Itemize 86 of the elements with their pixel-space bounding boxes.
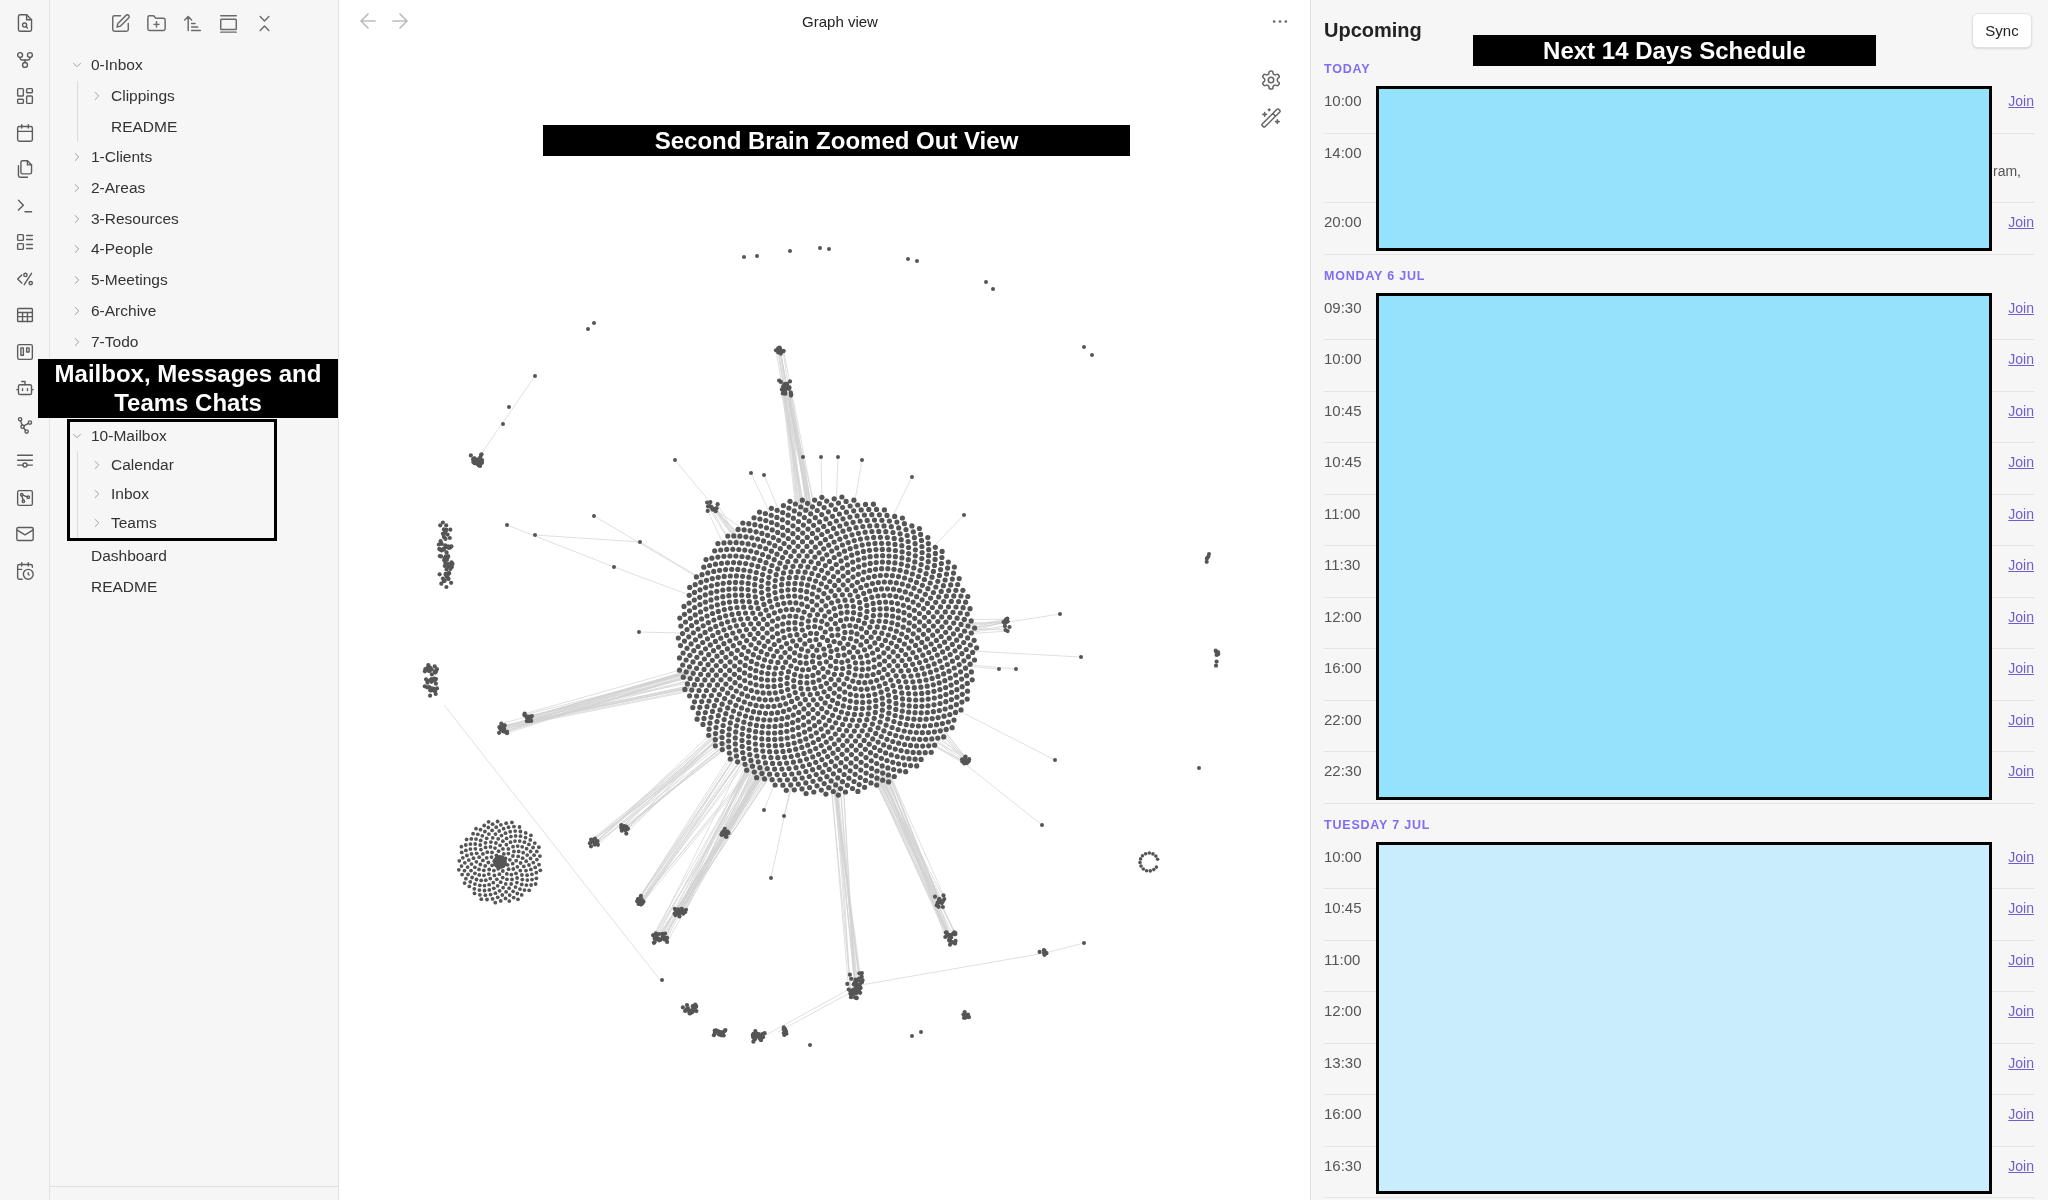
event-time: 22:30 xyxy=(1324,762,1362,780)
robot-icon[interactable] xyxy=(15,379,34,397)
callout-banner: Next 14 Days Schedule xyxy=(1473,35,1876,66)
event-time: 16:00 xyxy=(1324,1105,1362,1123)
join-link[interactable]: Join xyxy=(2008,213,2034,231)
callout-banner: Second Brain Zoomed Out View xyxy=(543,125,1130,156)
file-item[interactable]: README xyxy=(111,111,184,143)
day-heading: TODAY xyxy=(1324,62,1371,76)
folder-item[interactable]: Calendar xyxy=(90,450,180,480)
event-time: 11:00 xyxy=(1324,950,1361,969)
day-heading: TUESDAY 7 JUL xyxy=(1324,817,1431,832)
event-time: 14:00 xyxy=(1324,143,1362,163)
dashboard-icon[interactable] xyxy=(15,87,34,105)
event-time: 22:00 xyxy=(1324,710,1362,729)
day-heading: MONDAY 6 JUL xyxy=(1324,268,1426,283)
folder-item[interactable]: 2-Areas xyxy=(70,172,152,204)
join-link[interactable]: Join xyxy=(2008,504,2034,523)
calendar-clock-icon[interactable] xyxy=(15,561,34,580)
magic-wand-icon[interactable] xyxy=(1261,108,1281,128)
event-time: 10:00 xyxy=(1324,350,1362,368)
event-time: 10:00 xyxy=(1324,92,1362,110)
event-time: 11:00 xyxy=(1324,504,1361,523)
file-item[interactable]: README xyxy=(91,571,164,603)
mail-icon[interactable] xyxy=(15,525,34,543)
filter-lines-icon[interactable] xyxy=(15,452,34,470)
join-link[interactable]: Join xyxy=(2008,950,2034,969)
folder-item[interactable]: 6-Archive xyxy=(70,295,163,327)
window-icon[interactable] xyxy=(219,13,238,33)
folder-item[interactable]: 3-Resources xyxy=(70,203,185,235)
settings-icon[interactable] xyxy=(1261,70,1281,90)
event-time: 16:00 xyxy=(1324,659,1362,677)
fork-nodes-icon[interactable] xyxy=(15,50,34,69)
join-link[interactable]: Join xyxy=(2008,1053,2034,1072)
join-link[interactable]: Join xyxy=(2008,762,2034,780)
event-time: 13:30 xyxy=(1324,1053,1362,1072)
join-link[interactable]: Join xyxy=(2008,1002,2034,1020)
panel-title: Upcoming xyxy=(1324,19,1422,42)
event-time: 10:00 xyxy=(1324,847,1362,866)
pencil-square-icon[interactable] xyxy=(111,13,130,33)
copy-icon[interactable] xyxy=(15,160,34,178)
list-icon[interactable] xyxy=(15,233,34,251)
event-note: ram, xyxy=(1993,161,2021,180)
event-time: 20:00 xyxy=(1324,213,1362,231)
folder-item[interactable]: Teams xyxy=(90,508,163,538)
join-link[interactable]: Join xyxy=(2008,92,2034,110)
more-icon[interactable] xyxy=(1272,18,1288,24)
event-time: 11:30 xyxy=(1324,556,1361,574)
folder-item[interactable]: 5-Meetings xyxy=(70,264,174,296)
folder-item[interactable]: 4-People xyxy=(70,234,160,265)
join-link[interactable]: Join xyxy=(2008,298,2034,317)
calendar-icon[interactable] xyxy=(15,123,34,142)
sort-icon[interactable] xyxy=(183,13,202,33)
folder-item[interactable]: Inbox xyxy=(90,479,155,509)
join-link[interactable]: Join xyxy=(2008,607,2034,626)
event-time: 10:45 xyxy=(1324,899,1362,917)
folder-item[interactable]: Clippings xyxy=(90,80,181,112)
folder-item[interactable]: 0-Inbox xyxy=(70,50,149,81)
join-link[interactable]: Join xyxy=(2008,659,2034,677)
event-time: 16:30 xyxy=(1324,1156,1362,1175)
folder-item[interactable]: 1-Clients xyxy=(70,142,159,173)
file-item[interactable]: Dashboard xyxy=(91,540,173,572)
join-link[interactable]: Join xyxy=(2008,556,2034,574)
join-link[interactable]: Join xyxy=(2008,401,2034,420)
join-link[interactable]: Join xyxy=(2008,899,2034,917)
event-time: 10:45 xyxy=(1324,453,1362,471)
sync-button[interactable]: Sync xyxy=(1972,13,2032,48)
join-link[interactable]: Join xyxy=(2008,453,2034,471)
event-time: 12:00 xyxy=(1324,607,1362,626)
file-search-icon[interactable] xyxy=(15,14,34,32)
join-link[interactable]: Join xyxy=(2008,1105,2034,1123)
event-time: 09:30 xyxy=(1324,298,1362,317)
join-link[interactable]: Join xyxy=(2008,847,2034,866)
join-link[interactable]: Join xyxy=(2008,1156,2034,1175)
folder-plus-icon[interactable] xyxy=(147,13,166,33)
folder-item[interactable]: 10-Mailbox xyxy=(70,421,173,451)
event-time: 12:00 xyxy=(1324,1002,1362,1020)
view-title: Graph view xyxy=(802,12,878,30)
join-link[interactable]: Join xyxy=(2008,710,2034,729)
callout-banner: Mailbox, Messages and Teams Chats xyxy=(38,358,338,418)
folder-item[interactable]: 7-Todo xyxy=(70,326,145,357)
join-link[interactable]: Join xyxy=(2008,350,2034,368)
canvas-icon[interactable] xyxy=(15,488,34,507)
kanban-icon[interactable] xyxy=(15,342,34,361)
graph-icon[interactable] xyxy=(15,415,34,434)
table-icon[interactable] xyxy=(15,306,34,324)
event-time: 10:45 xyxy=(1324,401,1362,420)
